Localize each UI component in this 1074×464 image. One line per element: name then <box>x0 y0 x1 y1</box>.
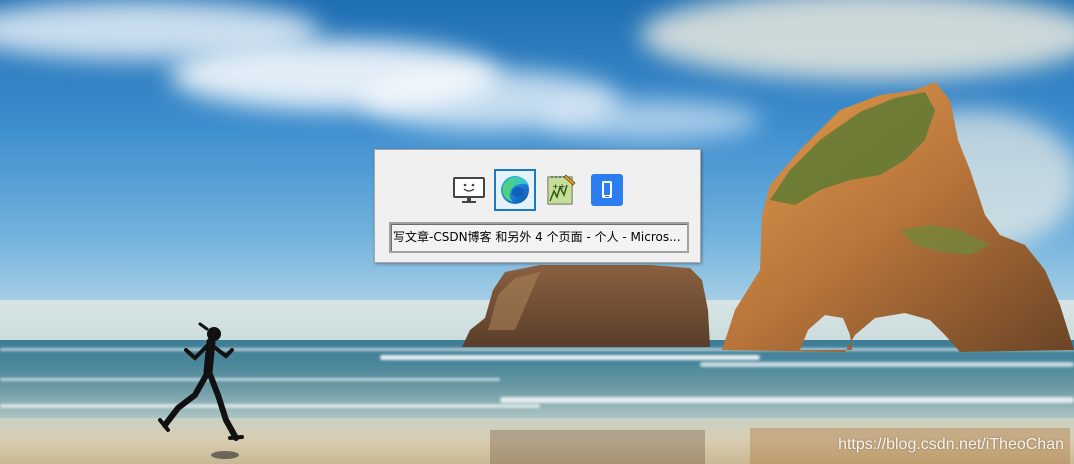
edge-icon <box>500 176 529 204</box>
notepad-plus-plus-icon: ++ <box>547 174 576 205</box>
selected-window-title: 写文章-CSDN博客 和另外 4 个页面 - 个人 - Micros... <box>389 222 689 253</box>
watermark-text: https://blog.csdn.net/iTheoChan <box>838 436 1064 453</box>
rock-reflection <box>490 430 705 464</box>
window-desktop[interactable] <box>448 169 490 211</box>
window-icon-row: ++ <box>375 169 700 213</box>
runner-shadow <box>211 451 239 459</box>
window-phone[interactable] <box>586 169 628 211</box>
svg-text:++: ++ <box>552 182 565 191</box>
task-switcher: ++ 写文章-CSDN博客 和另外 4 个页面 - 个人 - Micros... <box>374 149 701 263</box>
window-notepad-plus-plus[interactable]: ++ <box>540 169 582 211</box>
monitor-smiley-icon <box>452 177 485 203</box>
window-edge[interactable] <box>493 169 536 211</box>
phone-icon <box>590 174 623 206</box>
runner-silhouette <box>158 322 244 441</box>
